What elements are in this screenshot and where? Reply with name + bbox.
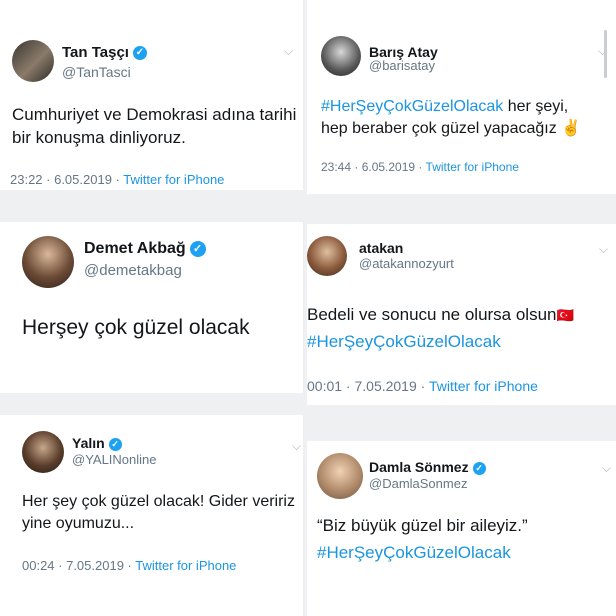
tweet-meta: 00:24 · 7.05.2019 · Twitter for iPhone — [22, 558, 237, 573]
collage-gap-mid-right — [307, 405, 616, 441]
source-link[interactable]: Twitter for iPhone — [429, 378, 538, 394]
chevron-down-icon[interactable]: ⌵ — [292, 439, 301, 454]
tweet-text: Herşey çok güzel olacak — [22, 316, 250, 339]
tweet-text: “Biz büyük güzel bir aileyiz.” #HerŞeyÇo… — [317, 515, 528, 565]
avatar[interactable] — [317, 453, 363, 499]
handle[interactable]: @DamlaSonmez — [369, 476, 467, 491]
tweet-meta: 23:44 · 6.05.2019 · Twitter for iPhone — [321, 160, 519, 174]
chevron-down-icon[interactable]: ⌵ — [599, 242, 608, 257]
flag-icon: 🇹🇷 — [556, 307, 574, 323]
source-link[interactable]: Twitter for iPhone — [426, 160, 519, 174]
handle[interactable]: @demetakbag — [84, 262, 182, 279]
verified-badge-icon: ✓ — [132, 46, 147, 61]
handle[interactable]: @atakannozyurt — [359, 256, 454, 271]
display-name[interactable]: Yalın ✓ — [72, 435, 122, 451]
tweet-card-yalin[interactable]: Yalın ✓ @YALINonline ⌵ Her şey çok güzel … — [0, 415, 303, 588]
avatar[interactable] — [321, 36, 361, 76]
source-link[interactable]: Twitter for iPhone — [135, 558, 236, 573]
display-name[interactable]: atakan — [359, 240, 403, 256]
collage-gap-top-right — [307, 194, 616, 224]
hashtag-link[interactable]: #HerŞeyÇokGüzelOlacak — [307, 331, 574, 354]
handle[interactable]: @TanTasci — [62, 64, 131, 80]
tweet-card-atakan[interactable]: atakan @atakannozyurt ⌵ Bedeli ve sonucu… — [307, 224, 616, 405]
tweet-text: Her şey çok güzel olacak! Gider veririz … — [22, 493, 295, 532]
avatar[interactable] — [22, 431, 64, 473]
handle[interactable]: @YALINonline — [72, 452, 157, 467]
avatar[interactable] — [12, 40, 54, 82]
chevron-down-icon[interactable]: ⌵ — [602, 461, 611, 476]
hashtag-link[interactable]: #HerŞeyÇokGüzelOlacak — [317, 542, 528, 565]
tweet-card-demetakbag[interactable]: Demet Akbağ ✓ @demetakbag Herşey çok güze… — [0, 222, 303, 393]
scrollbar[interactable] — [604, 30, 607, 78]
tweet-text: #HerŞeyÇokGüzelOlacak her şeyi, hep bera… — [321, 98, 582, 137]
display-name[interactable]: Demet Akbağ ✓ — [84, 240, 206, 258]
chevron-down-icon[interactable]: ⌵ — [284, 44, 293, 59]
verified-badge-icon: ✓ — [472, 461, 486, 475]
verified-badge-icon: ✓ — [108, 437, 122, 451]
collage-gap-top-left — [0, 190, 303, 222]
tweet-card-tantasci[interactable]: Tan Taşçı ✓ @TanTasci ⌵ Cumhuriyet ve Dem… — [0, 0, 303, 190]
source-link[interactable]: Twitter for iPhone — [123, 172, 224, 187]
avatar[interactable] — [22, 236, 74, 288]
hashtag-link[interactable]: #HerŞeyÇokGüzelOlacak — [321, 98, 503, 115]
tweet-text: Bedeli ve sonucu ne olursa olsun🇹🇷 #HerŞ… — [307, 304, 574, 354]
verified-badge-icon: ✓ — [189, 240, 206, 257]
tweet-meta: 23:22 · 6.05.2019 · Twitter for iPhone — [10, 172, 225, 187]
collage-gap-mid-left — [0, 393, 303, 415]
handle[interactable]: @barisatay — [369, 58, 435, 73]
display-name[interactable]: Damla Sönmez ✓ — [369, 459, 486, 475]
display-name[interactable]: Tan Taşçı ✓ — [62, 44, 147, 61]
tweet-card-barisatay[interactable]: Barış Atay @barisatay ⌵ #HerŞeyÇokGüzelO… — [307, 0, 616, 194]
tweet-card-damlasonmez[interactable]: Damla Sönmez ✓ @DamlaSonmez ⌵ “Biz büyük … — [307, 441, 616, 616]
tweet-meta: 00:01 · 7.05.2019 · Twitter for iPhone — [307, 378, 538, 394]
avatar[interactable] — [307, 236, 347, 276]
tweet-text: Cumhuriyet ve Demokrasi adına tarihi bir… — [12, 105, 297, 147]
